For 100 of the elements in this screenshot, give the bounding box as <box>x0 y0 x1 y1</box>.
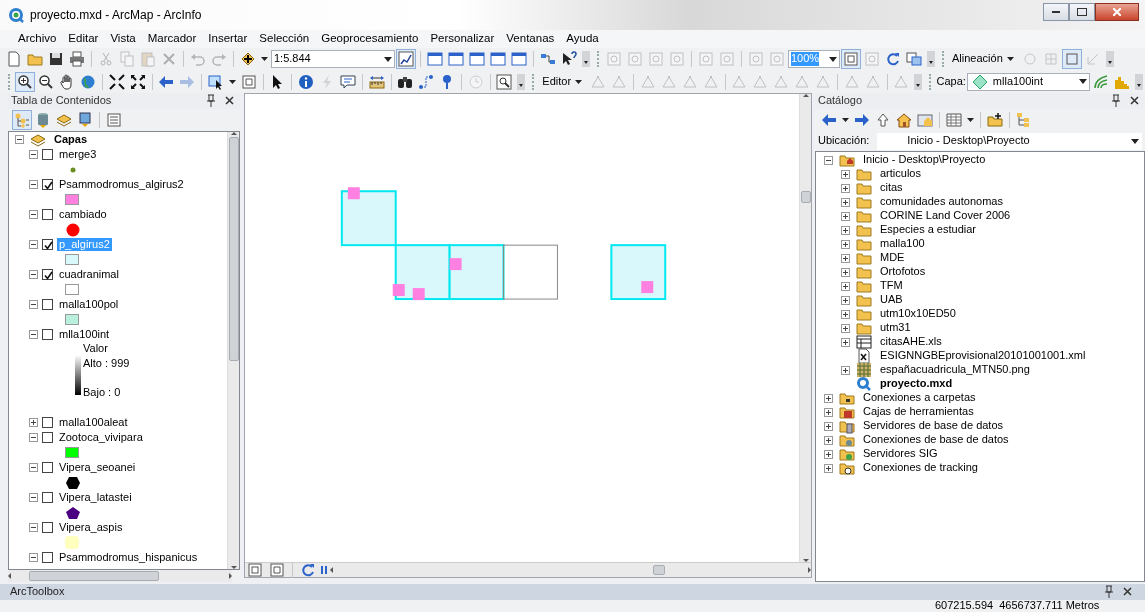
caret-icon[interactable] <box>840 116 851 124</box>
menu-button[interactable]: Editor <box>539 74 588 89</box>
expand-icon[interactable] <box>841 225 850 235</box>
collapse-icon[interactable] <box>29 433 38 442</box>
layout-change-icon[interactable] <box>904 49 924 69</box>
zoom-in-icon[interactable] <box>15 71 35 92</box>
checkbox[interactable] <box>42 179 53 190</box>
window-icon[interactable] <box>446 49 466 69</box>
minimize-button[interactable] <box>1043 3 1069 21</box>
layer-name[interactable]: Vipera_latastei <box>57 490 134 505</box>
menu-item[interactable]: Personalizar <box>424 32 501 46</box>
collapse-icon[interactable] <box>29 523 38 532</box>
maximize-button[interactable] <box>1069 3 1095 21</box>
menu-item[interactable]: Geoprocesamiento <box>315 32 425 46</box>
collapse-icon[interactable] <box>29 150 38 159</box>
vertical-scrollbar[interactable] <box>227 132 239 569</box>
catalog-item[interactable]: utm31 <box>878 321 913 335</box>
window-icon[interactable] <box>488 49 508 69</box>
menu-item[interactable]: Editar <box>62 32 105 46</box>
checkbox[interactable] <box>42 417 53 428</box>
layer-name[interactable]: Psammodromus_algirus2 <box>57 177 186 192</box>
checkbox[interactable] <box>42 149 53 160</box>
scale-combo[interactable]: 1:5.844 <box>271 50 395 68</box>
vertical-scrollbar[interactable] <box>799 94 811 562</box>
expand-icon[interactable] <box>824 435 833 445</box>
caret-icon[interactable] <box>965 116 976 124</box>
layer-name[interactable]: cuadranimal <box>57 267 121 282</box>
layer-name[interactable]: Vipera_aspis <box>57 520 125 535</box>
collapse-icon[interactable] <box>824 155 833 165</box>
catalog-item[interactable]: Cajas de herramientas <box>861 405 976 419</box>
list-icon[interactable] <box>104 110 124 130</box>
layer-name[interactable]: merge3 <box>57 147 99 162</box>
expand-icon[interactable] <box>824 463 833 473</box>
scroll-left-icon[interactable] <box>8 573 11 579</box>
close-button[interactable] <box>1095 3 1139 21</box>
scroll-thumb[interactable] <box>800 191 811 203</box>
layer-combo[interactable]: mlla100int <box>966 72 1091 91</box>
window-icon[interactable] <box>509 49 529 69</box>
catalog-item[interactable]: Especies a estudiar <box>878 223 978 237</box>
window-icon[interactable] <box>425 49 445 69</box>
collapse-icon[interactable] <box>29 493 38 502</box>
arrows-inward-icon[interactable] <box>106 71 127 92</box>
layer-name[interactable]: cambiado <box>57 207 109 222</box>
catalog-item[interactable]: TFM <box>878 279 905 293</box>
caret-icon[interactable] <box>259 55 270 63</box>
catalog-item[interactable]: MDE <box>878 251 907 265</box>
catalog-item[interactable]: Servidores SIG <box>861 447 940 461</box>
expand-icon[interactable] <box>841 281 850 291</box>
menu-item[interactable]: Insertar <box>202 32 254 46</box>
expand-icon[interactable] <box>824 449 833 459</box>
collapse-icon[interactable] <box>15 135 24 144</box>
catalog-item[interactable]: articulos <box>878 167 923 181</box>
checkbox[interactable] <box>42 432 53 443</box>
layout-page-icon[interactable] <box>245 560 265 580</box>
horizontal-scrollbar[interactable] <box>330 564 811 576</box>
window-icon[interactable] <box>467 49 487 69</box>
catalog-item[interactable]: malla100 <box>878 237 927 251</box>
catalog-item[interactable]: Conexiones a carpetas <box>861 391 978 405</box>
checkbox[interactable] <box>42 462 53 473</box>
checkbox[interactable] <box>42 239 53 250</box>
expand-icon[interactable] <box>841 337 850 347</box>
scroll-thumb[interactable] <box>228 137 239 361</box>
menu-item[interactable]: Archivo <box>12 32 63 46</box>
catalog-item[interactable]: Conexiones de tracking <box>861 461 980 475</box>
clear-selection-icon[interactable] <box>267 560 287 580</box>
layer-group-name[interactable]: Capas <box>52 132 90 147</box>
layer-name[interactable]: mlla100int <box>57 327 112 342</box>
catalog-item[interactable]: Conexiones de base de datos <box>861 433 1011 447</box>
collapse-icon[interactable] <box>29 463 38 472</box>
catalog-item[interactable]: comunidades autonomas <box>878 195 1005 209</box>
location-combo[interactable]: Inicio - Desktop\Proyecto <box>877 132 1142 150</box>
expand-icon[interactable] <box>841 169 850 179</box>
layer-name[interactable]: Vipera_seoanei <box>57 460 138 475</box>
scroll-thumb[interactable] <box>29 571 159 581</box>
catalog-item[interactable]: CORINE Land Cover 2006 <box>878 209 1013 223</box>
overflow-icon[interactable] <box>1133 71 1145 92</box>
magnifier-window-icon[interactable] <box>494 71 515 92</box>
expand-icon[interactable] <box>841 253 850 263</box>
scroll-right-icon[interactable] <box>808 567 811 573</box>
overflow-icon[interactable] <box>580 49 592 69</box>
menu-item[interactable]: Marcador <box>141 32 203 46</box>
checkbox[interactable] <box>42 269 53 280</box>
checkbox[interactable] <box>42 329 53 340</box>
catalog-item[interactable]: proyecto.mxd <box>878 377 955 391</box>
collapse-icon[interactable] <box>29 330 38 339</box>
pause-icon[interactable] <box>320 564 328 576</box>
expand-icon[interactable] <box>824 393 833 403</box>
checkbox[interactable] <box>42 492 53 503</box>
collapse-icon[interactable] <box>29 240 38 249</box>
collapse-icon[interactable] <box>29 270 38 279</box>
menu-item[interactable]: Vista <box>104 32 142 46</box>
checkbox[interactable] <box>42 522 53 533</box>
layer-name[interactable]: Psammodromus_hispanicus <box>57 550 200 565</box>
scroll-right-icon[interactable] <box>229 573 232 579</box>
horizontal-scrollbar[interactable] <box>8 570 232 582</box>
overflow-icon[interactable] <box>1103 49 1116 69</box>
catalog-item[interactable]: Servidores de base de datos <box>861 419 1006 433</box>
layer-name[interactable]: malla100aleat <box>57 415 130 430</box>
catalog-item[interactable]: utm10x10ED50 <box>878 307 958 321</box>
collapse-icon[interactable] <box>29 210 38 219</box>
